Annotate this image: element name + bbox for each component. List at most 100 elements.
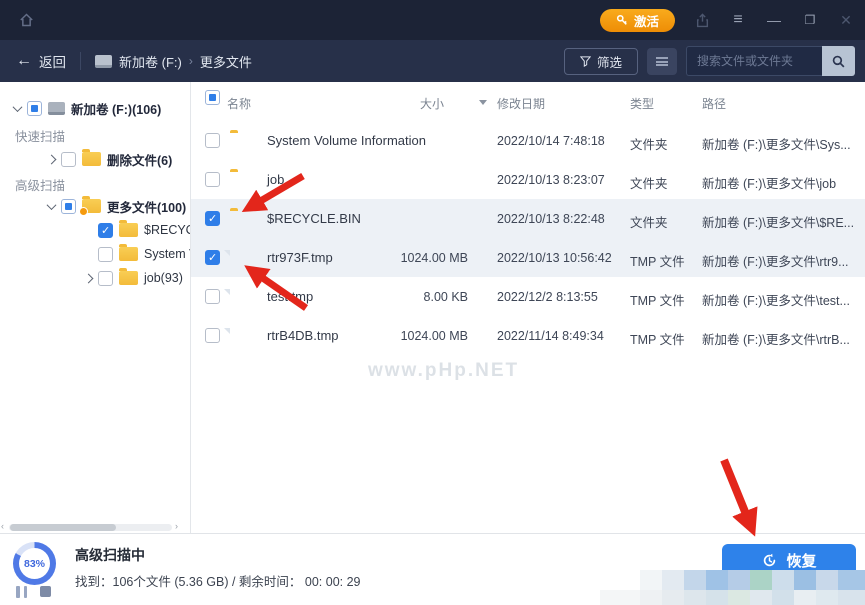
tree-item-job[interactable]: job(93) bbox=[85, 267, 183, 289]
cell-size: 1024.00 MB bbox=[341, 329, 468, 343]
table-header: 名称 大小 修改日期 类型 路径 bbox=[191, 82, 865, 121]
tree-checkbox-recycle[interactable] bbox=[98, 223, 113, 238]
minimize-button[interactable]: — bbox=[765, 11, 783, 29]
funnel-icon bbox=[580, 56, 591, 67]
row-checkbox[interactable] bbox=[205, 172, 220, 187]
cell-path: 新加卷 (F:)\更多文件\job bbox=[702, 173, 860, 192]
back-arrow-icon: ← bbox=[16, 53, 32, 69]
table-row[interactable]: rtr973F.tmp 1024.00 MB 2022/10/13 10:56:… bbox=[191, 238, 865, 277]
cell-name: rtrB4DB.tmp bbox=[267, 328, 339, 343]
header-path[interactable]: 路径 bbox=[702, 95, 726, 112]
back-button[interactable]: ← 返回 bbox=[16, 51, 66, 71]
home-icon bbox=[18, 12, 35, 28]
cell-type: 文件夹 bbox=[630, 212, 668, 231]
content-area: 新加卷 (F:)(106) 快速扫描 删除文件(6) 高级扫描 更多文件(100… bbox=[0, 82, 865, 533]
stop-button[interactable] bbox=[40, 586, 51, 597]
chevron-down-icon[interactable] bbox=[13, 102, 23, 112]
close-button[interactable]: ✕ bbox=[837, 11, 855, 29]
tree-label: 更多文件(100) bbox=[107, 197, 186, 216]
recover-button[interactable]: 恢复 bbox=[722, 544, 856, 576]
app-window: 激活 ≡ — ❐ ✕ ← 返回 bbox=[0, 0, 865, 605]
cell-path: 新加卷 (F:)\更多文件\test... bbox=[702, 290, 860, 309]
cell-path: 新加卷 (F:)\更多文件\Sys... bbox=[702, 134, 860, 153]
row-checkbox[interactable] bbox=[205, 211, 220, 226]
cell-type: TMP 文件 bbox=[630, 290, 685, 309]
chevron-right-icon[interactable] bbox=[47, 154, 57, 164]
tree-label: 删除文件(6) bbox=[107, 150, 172, 169]
cell-path: 新加卷 (F:)\更多文件\rtr9... bbox=[702, 251, 860, 270]
view-toggle-button[interactable] bbox=[647, 48, 677, 75]
scan-status-detail: 找到：106个文件 (5.36 GB) / 剩余时间： 00: 00: 29 bbox=[75, 571, 361, 590]
tree-checkbox-system-volume[interactable] bbox=[98, 247, 113, 262]
cell-path: 新加卷 (F:)\更多文件\rtrB... bbox=[702, 329, 860, 348]
cell-type: TMP 文件 bbox=[630, 251, 685, 270]
filter-button[interactable]: 筛选 bbox=[564, 48, 638, 75]
share-button[interactable] bbox=[693, 11, 711, 29]
row-checkbox[interactable] bbox=[205, 250, 220, 265]
tree-checkbox-deleted[interactable] bbox=[61, 152, 76, 167]
menu-button[interactable]: ≡ bbox=[729, 11, 747, 29]
cell-name: job bbox=[267, 172, 284, 187]
header-type[interactable]: 类型 bbox=[630, 95, 654, 112]
header-size[interactable]: 大小 bbox=[420, 95, 444, 112]
cell-date: 2022/10/13 8:22:48 bbox=[497, 212, 605, 226]
activate-label: 激活 bbox=[634, 11, 659, 30]
row-checkbox[interactable] bbox=[205, 289, 220, 304]
cell-name: $RECYCLE.BIN bbox=[267, 211, 361, 226]
sidebar-horizontal-scrollbar[interactable]: ‹ › bbox=[0, 522, 190, 533]
sort-caret-icon[interactable] bbox=[479, 100, 487, 105]
section-quick-scan: 快速扫描 bbox=[15, 126, 65, 145]
drive-icon bbox=[48, 102, 65, 115]
tree-item-deleted-files[interactable]: 删除文件(6) bbox=[48, 148, 172, 170]
drive-icon bbox=[95, 55, 112, 68]
scroll-right-icon[interactable]: › bbox=[175, 521, 178, 531]
table-row[interactable]: System Volume Information 2022/10/14 7:4… bbox=[191, 121, 865, 160]
cell-date: 2022/10/13 10:56:42 bbox=[497, 251, 612, 265]
home-button[interactable] bbox=[14, 8, 38, 32]
chevron-right-icon[interactable] bbox=[84, 273, 94, 283]
cell-date: 2022/12/2 8:13:55 bbox=[497, 290, 598, 304]
table-row[interactable]: test.tmp 8.00 KB 2022/12/2 8:13:55 TMP 文… bbox=[191, 277, 865, 316]
recover-label: 恢复 bbox=[786, 550, 816, 571]
cell-name: System Volume Information bbox=[267, 133, 426, 148]
scrollbar-handle[interactable] bbox=[10, 524, 116, 531]
header-date[interactable]: 修改日期 bbox=[497, 95, 545, 112]
tree-item-more-files[interactable]: 更多文件(100) bbox=[48, 195, 186, 217]
tree-checkbox-job[interactable] bbox=[98, 271, 113, 286]
tree-item-drive[interactable]: 新加卷 (F:)(106) bbox=[14, 97, 161, 119]
navigation-toolbar: ← 返回 新加卷 (F:) › 更多文件 筛选 bbox=[0, 40, 865, 82]
pause-button[interactable] bbox=[16, 586, 28, 598]
activate-button[interactable]: 激活 bbox=[600, 9, 675, 32]
chevron-down-icon[interactable] bbox=[47, 200, 57, 210]
select-all-checkbox[interactable] bbox=[205, 90, 220, 105]
scroll-left-icon[interactable]: ‹ bbox=[1, 521, 4, 531]
status-bar: 83% 高级扫描中 找到：106个文件 (5.36 GB) / 剩余时间： 00… bbox=[0, 533, 865, 605]
search-box bbox=[686, 46, 855, 76]
restore-icon bbox=[761, 552, 778, 569]
scan-progress-ring: 83% bbox=[13, 542, 56, 585]
row-checkbox[interactable] bbox=[205, 133, 220, 148]
maximize-button[interactable]: ❐ bbox=[801, 11, 819, 29]
tree-checkbox-drive[interactable] bbox=[27, 101, 42, 116]
list-view-icon bbox=[656, 57, 668, 66]
breadcrumb-folder[interactable]: 更多文件 bbox=[200, 52, 252, 71]
breadcrumb-drive[interactable]: 新加卷 (F:) bbox=[119, 52, 182, 71]
back-label: 返回 bbox=[39, 51, 66, 71]
filter-label: 筛选 bbox=[597, 52, 622, 71]
folder-icon bbox=[119, 271, 138, 285]
cell-size: 8.00 KB bbox=[341, 290, 468, 304]
folder-icon bbox=[82, 152, 101, 166]
folder-icon bbox=[119, 247, 138, 261]
table-row[interactable]: $RECYCLE.BIN 2022/10/13 8:22:48 文件夹 新加卷 … bbox=[191, 199, 865, 238]
hamburger-icon: ≡ bbox=[733, 12, 742, 28]
maximize-icon: ❐ bbox=[805, 14, 816, 26]
search-button[interactable] bbox=[822, 46, 855, 76]
tree-checkbox-more-files[interactable] bbox=[61, 199, 76, 214]
section-advanced-scan: 高级扫描 bbox=[15, 175, 65, 194]
row-checkbox[interactable] bbox=[205, 328, 220, 343]
table-row[interactable]: job 2022/10/13 8:23:07 文件夹 新加卷 (F:)\更多文件… bbox=[191, 160, 865, 199]
header-name[interactable]: 名称 bbox=[227, 95, 251, 112]
table-row[interactable]: rtrB4DB.tmp 1024.00 MB 2022/11/14 8:49:3… bbox=[191, 316, 865, 355]
search-input[interactable] bbox=[686, 46, 822, 76]
cell-type: 文件夹 bbox=[630, 134, 668, 153]
